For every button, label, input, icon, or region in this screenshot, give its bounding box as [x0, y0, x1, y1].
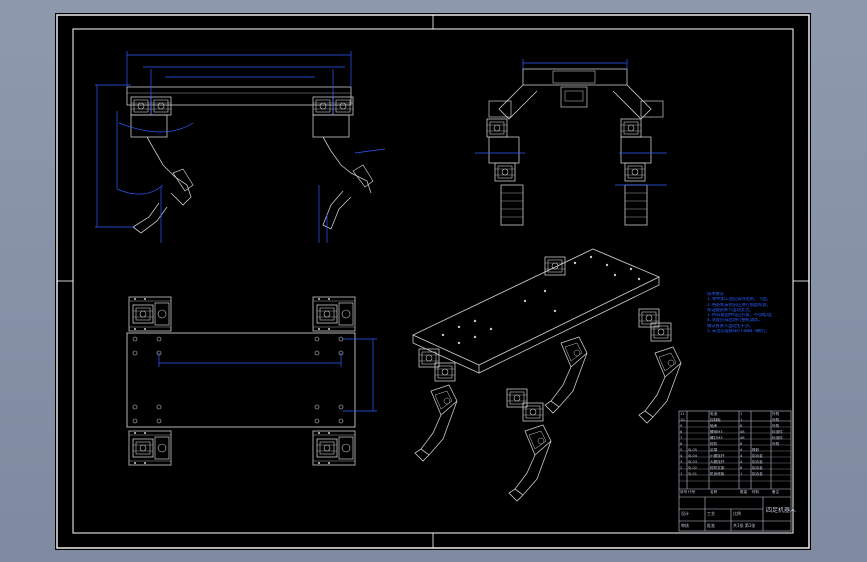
sign-process: 工艺: [707, 511, 715, 516]
bom-cell: 螺钉M3: [710, 436, 723, 440]
bom-cell: 大腿连杆: [710, 460, 725, 464]
bom-cell: 舵机: [710, 442, 718, 446]
bom-header-cell: 材料: [752, 490, 760, 494]
bom-cell: SJ-05: [688, 448, 698, 452]
bom-cell: 标准件: [772, 430, 783, 434]
bom-cell: 4: [740, 460, 743, 464]
bom-cell: 48: [740, 436, 745, 440]
scale-label: 比例: [733, 511, 741, 516]
bom-cell: 6: [680, 442, 683, 446]
bom-cell: 轴承: [710, 424, 718, 428]
bom-cell: 11: [680, 412, 685, 416]
drawing-title: 四足机器人: [766, 507, 797, 514]
bom-cell: 4: [740, 448, 743, 452]
bom-cell: SJ-02: [688, 466, 698, 470]
bom-cell: SJ-04: [688, 454, 698, 458]
bom-cell: 8: [740, 424, 743, 428]
bom-cell: 10: [680, 418, 685, 422]
bom-header-cell: 名称: [710, 490, 718, 494]
bom-header-cell: 序号: [680, 490, 687, 494]
bom-cell: SJ-01: [688, 472, 698, 476]
bom-header-cell: 代号: [688, 490, 696, 494]
bom-cell: 橡胶: [752, 448, 760, 452]
bom-cell: 1: [680, 472, 683, 476]
bom-cell: 1: [740, 472, 743, 476]
bom-cell: 小腿连杆: [710, 454, 725, 458]
sheet-count: 共1张 第1张: [733, 523, 756, 528]
sign-approve: 批准: [707, 523, 715, 528]
sign-designer: 设计: [681, 511, 689, 516]
bom-cell: 铝合金: [752, 460, 763, 464]
technical-requirements: 技术要求 1.零件加工后应去除毛刺、飞边。 2.各舵机安装前应进行角度校准， 保…: [707, 292, 791, 334]
front-view: [95, 51, 386, 243]
bom-cell: 1: [740, 412, 743, 416]
bom-cell: 7: [680, 436, 683, 440]
bom-cell: 3: [680, 460, 683, 464]
bom-cell: 标准件: [772, 436, 783, 440]
bom-cell: 4: [680, 454, 683, 458]
bom-cell: 外购: [772, 418, 780, 422]
bom-cell: 铝合金: [752, 466, 763, 470]
bom-cell: 4: [740, 454, 743, 458]
bom-cell: 螺母M3: [710, 430, 723, 434]
bom-cell: 8: [740, 466, 743, 470]
bom-header-cell: 数量: [740, 490, 748, 494]
bom-cell: 控制板: [710, 418, 721, 422]
bom-cell: 舵机支架: [710, 466, 725, 470]
bom-cell: 2: [680, 466, 683, 470]
bom-cell: 铝合金: [752, 454, 763, 458]
bom-cell: 5: [680, 448, 683, 452]
sign-reviewer: 审核: [681, 523, 689, 528]
bom-cell: 电池: [710, 412, 718, 416]
bom-cell: 外购: [772, 412, 780, 416]
bom-cell: 外购: [772, 424, 780, 428]
bom-cell: 8: [680, 430, 683, 434]
bom-cell: 8: [740, 442, 743, 446]
bom-cell: 外购: [772, 442, 780, 446]
bom-header-cell: 备注: [772, 490, 780, 494]
bom-cell: 足端: [710, 448, 718, 452]
bom-cell: 铝合金: [752, 472, 763, 476]
bom-cell: 1: [740, 418, 743, 422]
bom-cell: 48: [740, 430, 745, 434]
isometric-view: [411, 248, 682, 502]
drawing-sheet: 技术要求 1.零件加工后应去除毛刺、飞边。 2.各舵机安装前应进行角度校准， 保…: [55, 13, 811, 550]
top-view: [126, 297, 377, 465]
bom-cell: SJ-03: [688, 460, 698, 464]
note-line: 5.未注公差按GB/T1804-m执行。: [707, 329, 770, 335]
bom-cell: 机身底板: [710, 472, 725, 476]
bom-cell: 9: [680, 424, 683, 428]
side-view: [475, 59, 667, 226]
